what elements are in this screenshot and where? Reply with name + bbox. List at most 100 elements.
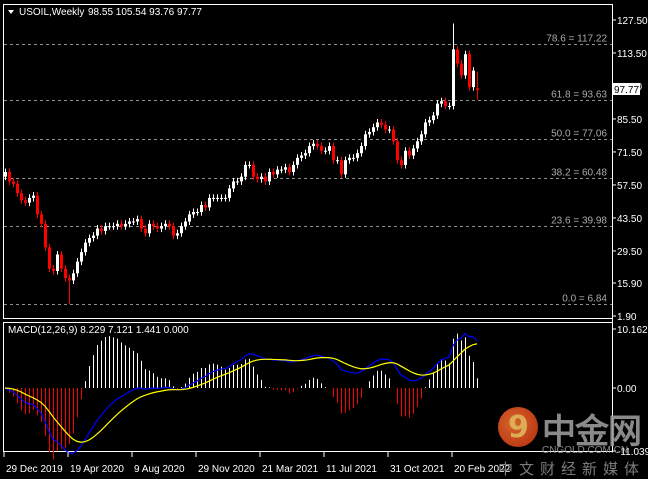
- candle-body: [284, 167, 287, 170]
- candle-body: [200, 204, 203, 213]
- candle-body: [448, 105, 451, 107]
- price-tick-label: 85.50: [617, 115, 642, 126]
- price-axis: 127.50113.5099.5085.5071.5057.5043.5029.…: [612, 16, 648, 458]
- candle-body: [476, 88, 479, 91]
- macd-tick-label: 10.162: [617, 325, 648, 336]
- candle-body: [436, 103, 439, 116]
- candle-body: [364, 134, 367, 147]
- candle-body: [8, 171, 11, 182]
- candle-body: [52, 268, 55, 271]
- candle-body: [296, 157, 299, 165]
- candle-body: [140, 219, 143, 229]
- price-tick-label: 71.50: [617, 148, 642, 159]
- candle-body: [388, 129, 391, 131]
- candle-body: [292, 164, 295, 172]
- candle-body: [76, 261, 79, 274]
- candle-body: [88, 237, 91, 243]
- candle-body: [72, 273, 75, 281]
- macd-line: [4, 332, 478, 454]
- candle-body: [232, 181, 235, 189]
- price-tick-label: 43.50: [617, 214, 642, 225]
- candle-body: [172, 226, 175, 236]
- fib-level-label: 0.0 = 6.84: [562, 294, 607, 305]
- candle-body: [132, 221, 135, 223]
- fib-level-label: 23.6 = 39.98: [551, 216, 607, 227]
- price-pane-border: [3, 4, 613, 319]
- candle-body: [380, 122, 383, 125]
- candle-body: [356, 153, 359, 158]
- candle-body: [252, 164, 255, 177]
- candle-body: [304, 153, 307, 156]
- fibonacci-levels: 78.6 = 117.22 61.8 = 93.63 50.0 = 77.06 38.…: [4, 34, 612, 305]
- macd-indicator: [4, 332, 478, 460]
- candle-body: [424, 122, 427, 135]
- candle-body: [156, 226, 159, 229]
- candle-body: [464, 54, 467, 76]
- date-label: 9 Aug 2020: [134, 464, 185, 475]
- candle-body: [400, 160, 403, 165]
- candle-body: [28, 197, 31, 203]
- candle-body: [44, 223, 47, 248]
- candle-body: [144, 228, 147, 234]
- candle-body: [412, 148, 415, 156]
- candle-body: [256, 176, 259, 180]
- candle-body: [224, 197, 227, 199]
- chart-frame: [3, 4, 613, 452]
- candle-body: [300, 155, 303, 158]
- ohlc-readout: 98.55 105.54 93.76 97.77: [88, 7, 202, 18]
- candle-body: [180, 226, 183, 234]
- fib-level-label: 61.8 = 93.63: [551, 90, 607, 101]
- candle-body: [248, 164, 251, 166]
- candle-body: [220, 197, 223, 199]
- candle-body: [96, 228, 99, 236]
- candle-body: [124, 223, 127, 227]
- macd-tick-label: 0.00: [617, 384, 637, 395]
- candle-body: [208, 197, 211, 208]
- candle-body: [36, 195, 39, 215]
- candle-body: [428, 120, 431, 123]
- candle-body: [332, 146, 335, 161]
- date-label: 19 Apr 2020: [70, 464, 124, 475]
- candle-body: [240, 176, 243, 182]
- candle-body: [472, 70, 475, 88]
- candle-body: [264, 176, 267, 182]
- candle-body: [420, 134, 423, 142]
- candle-body: [324, 150, 327, 152]
- candle-body: [228, 188, 231, 198]
- signal-line: [4, 343, 478, 443]
- candle-body: [184, 221, 187, 227]
- candle-body: [392, 129, 395, 142]
- candle-body: [188, 214, 191, 222]
- candle-body: [408, 150, 411, 156]
- candle-body: [368, 131, 371, 135]
- candle-body: [288, 167, 291, 172]
- candle-body: [348, 157, 351, 161]
- candle-body: [440, 101, 443, 104]
- candle-body: [280, 169, 283, 171]
- candles: [4, 23, 479, 305]
- fib-level-label: 38.2 = 60.48: [551, 168, 607, 179]
- candle-body: [312, 143, 315, 147]
- candle-body: [276, 169, 279, 175]
- candle-body: [152, 223, 155, 227]
- candle-body: [148, 223, 151, 234]
- cngold-logo-glyph: 9: [508, 410, 529, 445]
- candle-body: [136, 219, 139, 222]
- candle-body: [128, 221, 131, 224]
- candle-body: [4, 171, 7, 177]
- candle-body: [260, 176, 263, 180]
- candle-body: [244, 164, 247, 177]
- candle-body: [92, 235, 95, 238]
- candle-body: [236, 181, 239, 183]
- price-tick-label: 15.90: [617, 279, 642, 290]
- candle-body: [104, 226, 107, 231]
- candle-body: [444, 101, 447, 106]
- candle-body: [100, 228, 103, 231]
- date-label: 29 Nov 2020: [198, 464, 255, 475]
- candle-body: [12, 181, 15, 184]
- candle-body: [404, 150, 407, 165]
- candle-body: [32, 195, 35, 198]
- candle-body: [20, 193, 23, 201]
- collapse-triangle-icon[interactable]: [8, 10, 14, 14]
- current-price-label: 97.77: [614, 85, 639, 96]
